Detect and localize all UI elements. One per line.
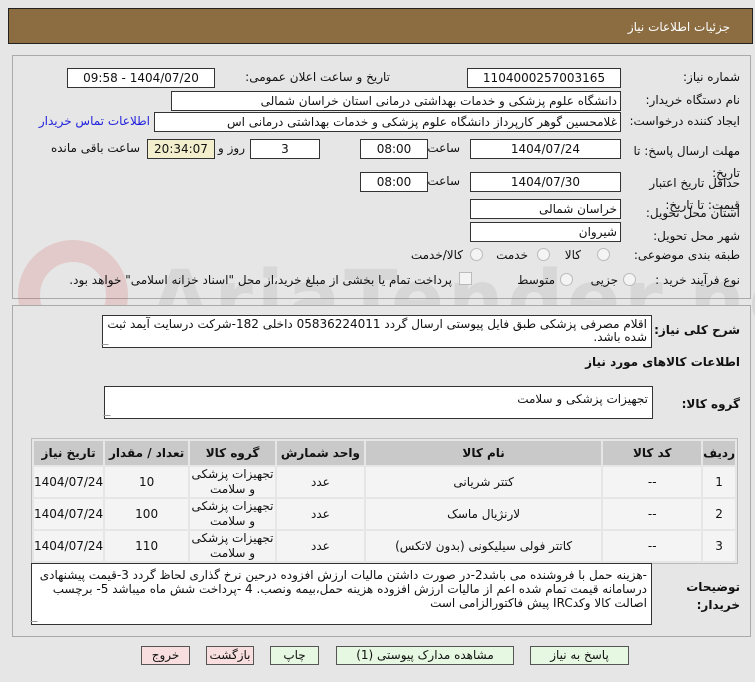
col-qty: تعداد / مقدار [105, 441, 189, 465]
days-field: 3 [250, 139, 320, 159]
goods-table-wrap: ردیف کد کالا نام کالا واحد شمارش گروه کا… [31, 438, 738, 564]
buyer-notes-label: توضیحات خریدار: [686, 580, 740, 612]
cell: -- [603, 499, 702, 529]
col-group: گروه کالا [190, 441, 275, 465]
cell: 10 [105, 467, 189, 497]
category-service-label: خدمت [496, 248, 528, 262]
col-row: ردیف [703, 441, 735, 465]
table-row: 2 -- لارنژیال ماسک عدد تجهیزات پزشکی و سلامت… [34, 499, 735, 529]
cell: 100 [105, 499, 189, 529]
deadline-date-field: 1404/07/24 [470, 139, 621, 159]
cell: 2 [703, 499, 735, 529]
process-medium-label: متوسط [517, 273, 555, 287]
creator-field: غلامحسین گوهر کارپرداز دانشگاه علوم پزشک… [154, 112, 621, 132]
cell: 1404/07/24 [34, 499, 104, 529]
cell: 1404/07/24 [34, 467, 104, 497]
cell: -- [603, 531, 702, 561]
process-radio-minor[interactable] [623, 273, 636, 286]
validity-time-field: 08:00 [360, 172, 428, 192]
cell: تجهیزات پزشکی و سلامت [190, 531, 275, 561]
category-goods-label: کالا [564, 248, 581, 262]
cell: 3 [703, 531, 735, 561]
cell: 1 [703, 467, 735, 497]
validity-time-label: ساعت [427, 174, 460, 188]
cell: تجهیزات پزشکی و سلامت [190, 499, 275, 529]
deadline-time-field: 08:00 [360, 139, 428, 159]
col-name: نام کالا [365, 441, 602, 465]
category-both-label: کالا/خدمت [410, 248, 463, 262]
category-radio-service[interactable] [537, 248, 550, 261]
cell: کتتر شریانی [365, 467, 602, 497]
announce-field: 1404/07/20 - 09:58 [67, 68, 215, 88]
need-number-label: شماره نیاز: [683, 70, 740, 84]
cell: عدد [276, 499, 364, 529]
col-unit: واحد شمارش [276, 441, 364, 465]
process-radio-medium[interactable] [560, 273, 573, 286]
description-field: اقلام مصرفی پزشکی طبق فایل پیوستی ارسال … [102, 315, 652, 348]
province-label: استان محل تحویل: [645, 206, 740, 220]
city-field: شیروان [470, 222, 621, 242]
process-label: نوع فرآیند خرید : [655, 273, 740, 287]
contact-buyer-link[interactable]: اطلاعات تماس خریدار [39, 114, 150, 128]
category-radio-both[interactable] [470, 248, 483, 261]
payment-note: پرداخت تمام یا بخشی از مبلغ خرید،از محل … [69, 273, 452, 287]
back-button[interactable]: بازگشت [206, 646, 254, 665]
city-label: شهر محل تحویل: [653, 229, 740, 243]
col-code: کد کالا [603, 441, 702, 465]
print-button[interactable]: چاپ [270, 646, 319, 665]
cell: لارنژیال ماسک [365, 499, 602, 529]
cell: عدد [276, 531, 364, 561]
cell: -- [603, 467, 702, 497]
goods-table: ردیف کد کالا نام کالا واحد شمارش گروه کا… [32, 439, 737, 563]
cell: 110 [105, 531, 189, 561]
days-label: روز و [218, 141, 245, 155]
announce-label: تاریخ و ساعت اعلان عمومی: [245, 70, 390, 84]
remaining-time-field: 20:34:07 [147, 139, 215, 159]
treasury-checkbox[interactable] [459, 272, 472, 285]
goods-group-label: گروه کالا: [681, 397, 740, 411]
view-attachments-button[interactable]: مشاهده مدارک پیوستی (1) [336, 646, 514, 665]
creator-label: ایجاد کننده درخواست: [629, 114, 740, 128]
goods-heading: اطلاعات کالاهای مورد نیاز [585, 355, 740, 369]
buyer-org-field: دانشگاه علوم پزشکی و خدمات بهداشتی درمان… [171, 91, 621, 111]
buyer-notes-field: -هزینه حمل با فروشنده می باشد2-در صورت د… [31, 563, 652, 625]
cell: 1404/07/24 [34, 531, 104, 561]
goods-group-field: تجهیزات پزشکی و سلامت [104, 386, 653, 419]
buyer-org-label: نام دستگاه خریدار: [645, 93, 741, 107]
col-date: تاریخ نیاز [34, 441, 104, 465]
cell: کاتتر فولی سیلیکونی (بدون لاتکس) [365, 531, 602, 561]
need-number-field: 1104000257003165 [467, 68, 621, 88]
description-label: شرح کلی نیاز: [654, 323, 740, 337]
exit-button[interactable]: خروج [141, 646, 190, 665]
remaining-label: ساعت باقی مانده [50, 141, 140, 155]
process-minor-label: جزیی [590, 273, 618, 287]
cell: تجهیزات پزشکی و سلامت [190, 467, 275, 497]
page-header: جزئیات اطلاعات نیاز [8, 8, 753, 44]
cell: عدد [276, 467, 364, 497]
deadline-time-label: ساعت [427, 141, 460, 155]
validity-date-field: 1404/07/30 [470, 172, 621, 192]
category-radio-goods[interactable] [597, 248, 610, 261]
reply-button[interactable]: پاسخ به نیاز [530, 646, 629, 665]
table-row: 3 -- کاتتر فولی سیلیکونی (بدون لاتکس) عدد تج… [34, 531, 735, 561]
province-field: خراسان شمالی [470, 199, 621, 219]
category-label: طبقه بندی موضوعی: [633, 248, 740, 262]
table-row: 1 -- کتتر شریانی عدد تجهیزات پزشکی و سلامت 10… [34, 467, 735, 497]
